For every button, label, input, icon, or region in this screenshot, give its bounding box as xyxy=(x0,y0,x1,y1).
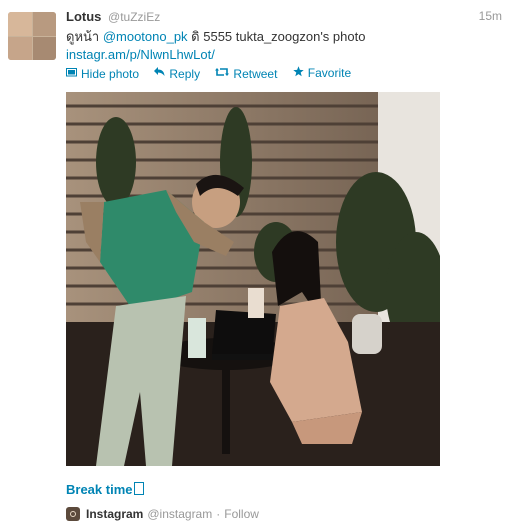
tweet-text-prefix: ดูหน้า xyxy=(66,29,103,44)
mention-link[interactable]: @mootono_pk xyxy=(103,29,188,44)
photo-caption[interactable]: Break time xyxy=(66,482,145,497)
tweet-photo[interactable] xyxy=(66,92,440,466)
hide-photo-button[interactable]: Hide photo xyxy=(66,67,139,81)
media-source: Instagram @instagram · Follow xyxy=(66,507,259,521)
author-name[interactable]: Lotus xyxy=(66,9,101,24)
tweet-text-suffix: ดิ 5555 tukta_zoogzon's photo xyxy=(187,29,366,44)
hide-photo-label: Hide photo xyxy=(81,66,140,81)
caption-text: Break time xyxy=(66,482,133,497)
favorite-label: Favorite xyxy=(307,66,352,80)
retweet-icon xyxy=(215,67,230,80)
reply-arrow-icon xyxy=(154,67,165,80)
favorite-button[interactable]: Favorite xyxy=(293,66,351,80)
instagram-url-link[interactable]: instagr.am/p/NlwnLhwLot/ xyxy=(66,47,215,62)
reply-label: Reply xyxy=(169,66,201,81)
reply-button[interactable]: Reply xyxy=(154,67,200,81)
source-name[interactable]: Instagram xyxy=(86,507,143,521)
source-handle[interactable]: @instagram xyxy=(147,507,212,521)
follow-link[interactable]: Follow xyxy=(224,507,259,521)
tweet-text: ดูหน้า @mootono_pk ดิ 5555 tukta_zoogzon… xyxy=(66,28,502,64)
retweet-button[interactable]: Retweet xyxy=(215,67,277,81)
avatar[interactable] xyxy=(8,12,56,60)
photo-illustration xyxy=(66,92,440,466)
separator-dot: · xyxy=(216,507,221,521)
caption-glyph xyxy=(134,482,145,495)
tweet-header: Lotus @tuZziEz 15m xyxy=(66,9,502,27)
tweet-actions: Hide photo Reply Retweet Favorite xyxy=(66,66,363,81)
tweet: Lotus @tuZziEz 15m ดูหน้า @mootono_pk ดิ… xyxy=(0,0,512,530)
photo-icon xyxy=(66,67,77,80)
star-icon xyxy=(293,66,304,80)
retweet-label: Retweet xyxy=(233,66,278,81)
instagram-icon[interactable] xyxy=(66,507,80,521)
timestamp[interactable]: 15m xyxy=(479,9,502,23)
author-handle[interactable]: @tuZziEz xyxy=(108,10,160,24)
